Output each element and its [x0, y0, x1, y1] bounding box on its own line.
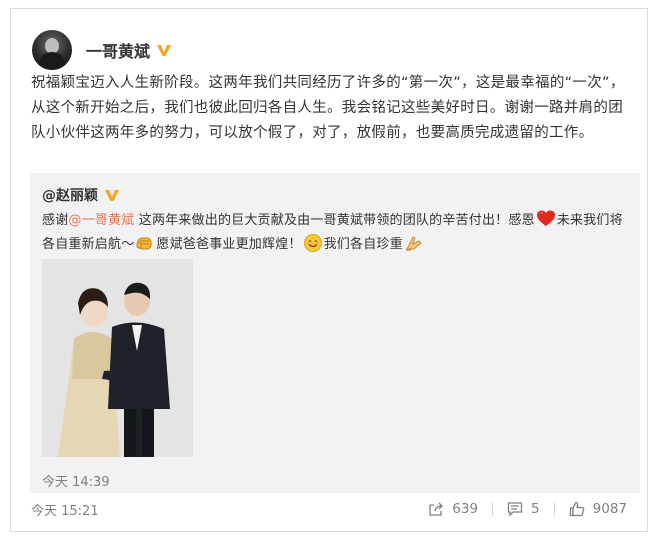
verified-v-icon: [157, 45, 172, 56]
repost-text-part: 感谢: [42, 213, 69, 228]
comment-button[interactable]: 5: [507, 501, 540, 517]
thumbs-up-icon: [569, 501, 584, 517]
repost-timestamp[interactable]: 今天 14:39: [42, 471, 110, 490]
like-count: 9087: [592, 501, 627, 517]
repost-author: @赵丽颖: [42, 185, 120, 205]
comment-icon: [507, 502, 523, 517]
author-name[interactable]: 一哥黄斌: [86, 38, 150, 62]
repost-photo[interactable]: [42, 259, 193, 457]
divider: [492, 502, 494, 516]
repost-author-name[interactable]: @赵丽颖: [42, 185, 98, 205]
verified-v-icon: [105, 190, 119, 201]
divider: [553, 502, 555, 516]
reposted-weibo[interactable]: @赵丽颖 感谢@一哥黄斌 这两年来做出的巨大贡献及由一哥黄斌带领的团队的辛苦付出…: [30, 173, 640, 493]
repost-text-part: 我们各自珍重: [323, 237, 403, 252]
post-timestamp[interactable]: 今天 15:21: [31, 500, 99, 519]
comment-count: 5: [531, 501, 540, 517]
author-avatar[interactable]: [32, 30, 72, 70]
repost-text-part: 这两年来做出的巨大贡献及由一哥黄斌带领的团队的辛苦付出！感恩: [134, 213, 535, 228]
fist-emoji-icon: [136, 237, 152, 250]
action-bar: 639 5 9087: [428, 501, 627, 517]
smile-emoji-icon: [303, 234, 322, 252]
heart-emoji-icon: [536, 210, 555, 226]
share-icon: [429, 502, 444, 516]
share-count: 639: [452, 501, 479, 517]
post-header: 一哥黄斌: [32, 28, 172, 72]
repost-text-part: 愿斌爸爸事业更加辉煌！: [156, 237, 302, 252]
share-button[interactable]: 639: [428, 501, 478, 517]
weibo-post-card: 一哥黄斌 祝福颖宝迈入人生新阶段。这两年我们共同经历了许多的“第一次”，这是最幸…: [10, 8, 648, 532]
pray-emoji-icon: [405, 236, 422, 251]
repost-text: 感谢@一哥黄斌 这两年来做出的巨大贡献及由一哥黄斌带领的团队的辛苦付出！感恩 未来…: [42, 209, 632, 257]
like-button[interactable]: 9087: [569, 501, 627, 517]
post-text: 祝福颖宝迈入人生新阶段。这两年我们共同经历了许多的“第一次”，这是最幸福的“一次…: [31, 75, 625, 141]
mention-link[interactable]: @一哥黄斌: [68, 213, 134, 228]
post-footer: 今天 15:21 639 5 9087: [11, 495, 649, 527]
